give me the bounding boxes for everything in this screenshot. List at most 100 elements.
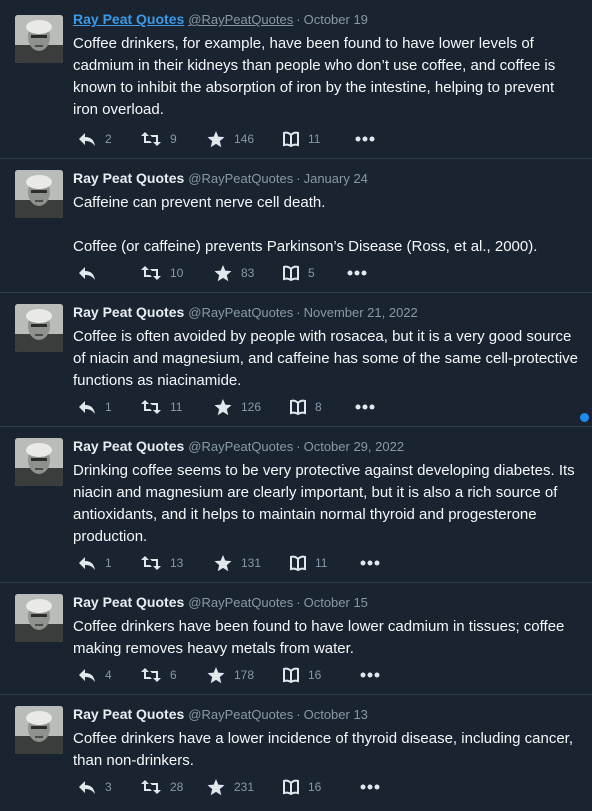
reply-button[interactable]: 1 bbox=[78, 553, 112, 573]
tweet[interactable]: Ray Peat Quotes @RayPeatQuotes · October 13… bbox=[0, 695, 592, 811]
star-icon bbox=[214, 554, 232, 572]
tweet-text: Coffee drinkers have a lower incidence o… bbox=[73, 730, 574, 769]
avatar[interactable] bbox=[15, 594, 63, 642]
reply-icon bbox=[78, 131, 96, 147]
reply-count: 2 bbox=[105, 132, 112, 146]
star-icon bbox=[214, 398, 232, 416]
author-handle[interactable]: @RayPeatQuotes bbox=[188, 439, 293, 454]
reply-icon bbox=[78, 399, 96, 415]
retweet-button[interactable]: 13 bbox=[141, 553, 183, 573]
author-handle[interactable]: @RayPeatQuotes bbox=[188, 12, 293, 27]
retweet-button[interactable]: 6 bbox=[141, 665, 177, 685]
book-icon bbox=[283, 265, 299, 281]
retweet-button[interactable]: 9 bbox=[141, 129, 177, 149]
tweet[interactable]: Ray Peat Quotes @RayPeatQuotes · November 2… bbox=[0, 293, 592, 427]
more-icon bbox=[355, 136, 375, 142]
more-icon bbox=[360, 560, 380, 566]
avatar[interactable] bbox=[15, 706, 63, 754]
retweet-count: 9 bbox=[170, 132, 177, 146]
retweet-button[interactable]: 10 bbox=[141, 263, 183, 283]
avatar[interactable] bbox=[15, 304, 63, 352]
read-button[interactable]: 16 bbox=[283, 777, 321, 797]
reply-button[interactable]: 1 bbox=[78, 397, 112, 417]
read-button[interactable]: 11 bbox=[283, 129, 320, 149]
reply-button[interactable] bbox=[78, 263, 105, 283]
more-button[interactable] bbox=[355, 129, 375, 149]
read-button[interactable]: 8 bbox=[290, 397, 322, 417]
read-count: 11 bbox=[308, 132, 321, 146]
like-button[interactable]: 231 bbox=[207, 777, 254, 797]
tweet-date[interactable]: November 21, 2022 bbox=[304, 305, 418, 320]
tweet[interactable]: Ray Peat Quotes @RayPeatQuotes · October 29… bbox=[0, 427, 592, 583]
book-icon bbox=[283, 667, 299, 683]
read-button[interactable]: 5 bbox=[283, 263, 315, 283]
read-count: 11 bbox=[315, 556, 328, 570]
tweet[interactable]: Ray Peat Quotes @RayPeatQuotes · January 24… bbox=[0, 159, 592, 293]
avatar[interactable] bbox=[15, 170, 63, 218]
reply-icon bbox=[78, 667, 96, 683]
like-button[interactable]: 178 bbox=[207, 665, 254, 685]
retweet-button[interactable]: 11 bbox=[141, 397, 182, 417]
tweet-header: Ray Peat Quotes @RayPeatQuotes · October 13 bbox=[73, 706, 368, 722]
read-button[interactable]: 11 bbox=[290, 553, 327, 573]
retweet-icon bbox=[141, 667, 161, 683]
tweet-date[interactable]: October 29, 2022 bbox=[304, 439, 404, 454]
like-button[interactable]: 131 bbox=[214, 553, 261, 573]
tweet-date[interactable]: October 13 bbox=[304, 707, 368, 722]
more-button[interactable] bbox=[360, 665, 380, 685]
tweet-text: Coffee drinkers have been found to have … bbox=[73, 618, 565, 657]
retweet-count: 13 bbox=[170, 556, 184, 570]
reply-icon bbox=[78, 779, 96, 795]
tweet-text: Coffee is often avoided by people with r… bbox=[73, 328, 579, 389]
like-count: 83 bbox=[241, 266, 255, 280]
retweet-icon bbox=[141, 779, 161, 795]
like-count: 178 bbox=[234, 668, 255, 682]
author-handle[interactable]: @RayPeatQuotes bbox=[188, 707, 293, 722]
tweet-date[interactable]: October 19 bbox=[304, 12, 368, 27]
avatar[interactable] bbox=[15, 15, 63, 63]
more-button[interactable] bbox=[347, 263, 367, 283]
reply-button[interactable]: 4 bbox=[78, 665, 112, 685]
book-icon bbox=[290, 399, 306, 415]
star-icon bbox=[207, 666, 225, 684]
reply-count: 3 bbox=[105, 780, 112, 794]
author-handle[interactable]: @RayPeatQuotes bbox=[188, 595, 293, 610]
tweet-date[interactable]: October 15 bbox=[304, 595, 368, 610]
reply-button[interactable]: 3 bbox=[78, 777, 112, 797]
more-button[interactable] bbox=[360, 553, 380, 573]
author-handle[interactable]: @RayPeatQuotes bbox=[188, 171, 293, 186]
retweet-count: 11 bbox=[170, 400, 183, 414]
star-icon bbox=[214, 264, 232, 282]
star-icon bbox=[207, 130, 225, 148]
read-count: 16 bbox=[308, 668, 322, 682]
unread-indicator-dot bbox=[580, 413, 589, 422]
retweet-button[interactable]: 28 bbox=[141, 777, 183, 797]
like-count: 231 bbox=[234, 780, 255, 794]
tweet[interactable]: Ray Peat Quotes @RayPeatQuotes · October 15… bbox=[0, 583, 592, 695]
reply-button[interactable]: 2 bbox=[78, 129, 112, 149]
like-button[interactable]: 83 bbox=[214, 263, 254, 283]
like-button[interactable]: 126 bbox=[214, 397, 261, 417]
tweet-date[interactable]: January 24 bbox=[304, 171, 368, 186]
more-button[interactable] bbox=[360, 777, 380, 797]
reply-count: 4 bbox=[105, 668, 112, 682]
read-button[interactable]: 16 bbox=[283, 665, 321, 685]
author-name[interactable]: Ray Peat Quotes bbox=[73, 706, 184, 722]
more-button[interactable] bbox=[355, 397, 375, 417]
author-name[interactable]: Ray Peat Quotes bbox=[73, 304, 184, 320]
author-name[interactable]: Ray Peat Quotes bbox=[73, 438, 184, 454]
author-handle[interactable]: @RayPeatQuotes bbox=[188, 305, 293, 320]
avatar[interactable] bbox=[15, 438, 63, 486]
tweet[interactable]: Ray Peat Quotes @RayPeatQuotes · October 19… bbox=[0, 0, 592, 159]
tweet-text: Drinking coffee seems to be very protect… bbox=[73, 462, 575, 545]
book-icon bbox=[290, 555, 306, 571]
author-name[interactable]: Ray Peat Quotes bbox=[73, 594, 184, 610]
retweet-icon bbox=[141, 131, 161, 147]
star-icon bbox=[207, 778, 225, 796]
book-icon bbox=[283, 131, 299, 147]
author-name[interactable]: Ray Peat Quotes bbox=[73, 11, 184, 27]
like-button[interactable]: 146 bbox=[207, 129, 254, 149]
author-name[interactable]: Ray Peat Quotes bbox=[73, 170, 184, 186]
tweet-text: Caffeine can prevent nerve cell death. C… bbox=[73, 194, 538, 255]
tweet-header: Ray Peat Quotes @RayPeatQuotes · October 15 bbox=[73, 594, 368, 610]
